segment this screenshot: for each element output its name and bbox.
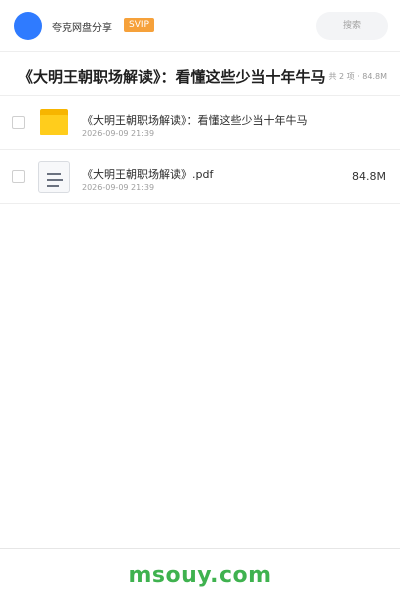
search-input[interactable] (316, 12, 388, 40)
top-bar: 夸克网盘分享 SVIP (0, 0, 400, 52)
avatar[interactable] (14, 12, 42, 40)
file-row[interactable]: 《大明王朝职场解读》：看懂这些少当十年牛马 2026-09-09 21:39 (0, 96, 400, 150)
folder-header: 《大明王朝职场解读》：看懂这些少当十年牛马 共 2 项 · 84.8M (0, 52, 400, 96)
file-row[interactable]: 《大明王朝职场解读》.pdf 2026-09-09 21:39 84.8M (0, 150, 400, 204)
brand-name: 夸克网盘分享 (52, 23, 112, 34)
folder-meta: 共 2 项 · 84.8M (328, 72, 387, 81)
select-checkbox[interactable] (12, 170, 25, 183)
share-page: 夸克网盘分享 SVIP 《大明王朝职场解读》：看懂这些少当十年牛马 共 2 项 … (0, 0, 400, 600)
select-checkbox[interactable] (12, 116, 25, 129)
file-size: 84.8M (352, 170, 386, 183)
file-time: 2026-09-09 21:39 (82, 183, 155, 192)
file-name[interactable]: 《大明王朝职场解读》：看懂这些少当十年牛马 (82, 112, 308, 128)
folder-icon (38, 106, 70, 140)
watermark-text: msouy.com (128, 563, 272, 588)
file-name[interactable]: 《大明王朝职场解读》.pdf (82, 166, 213, 182)
svip-badge: SVIP (124, 18, 154, 32)
folder-title: 《大明王朝职场解读》：看懂这些少当十年牛马 (18, 68, 326, 86)
document-icon (38, 161, 70, 193)
file-time: 2026-09-09 21:39 (82, 129, 155, 138)
footer: msouy.com (0, 548, 400, 600)
